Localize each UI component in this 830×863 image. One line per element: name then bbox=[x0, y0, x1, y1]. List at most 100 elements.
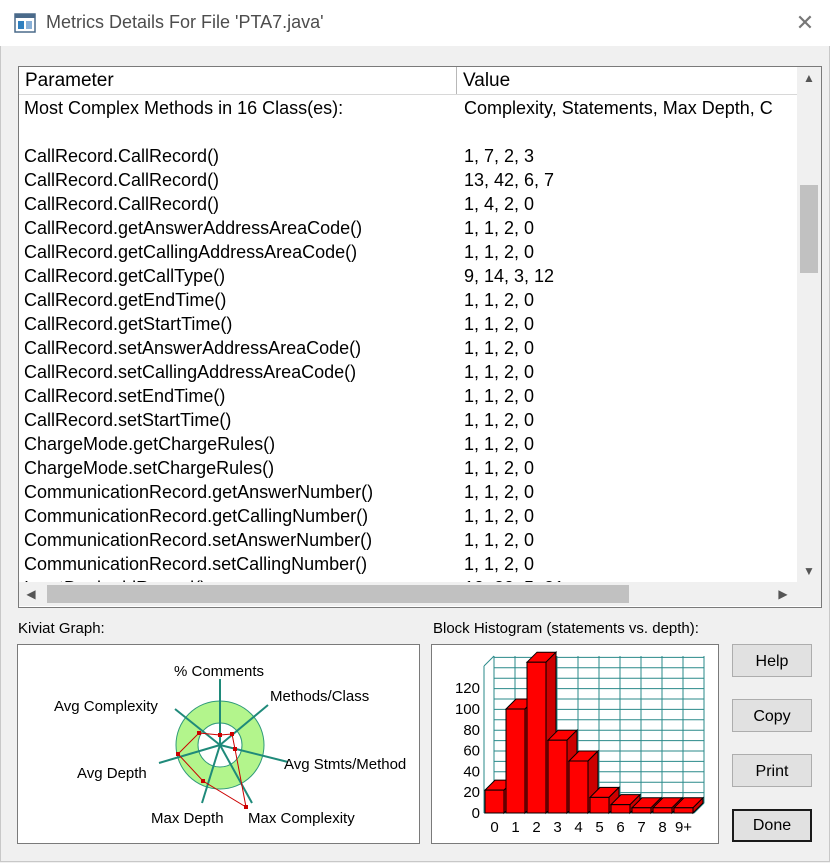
table-row[interactable]: CommunicationRecord.getCallingNumber() 1,… bbox=[19, 504, 797, 528]
value-cell: 1, 1, 2, 0 bbox=[464, 386, 535, 406]
parameter-cell: CommunicationRecord.setCallingNumber() bbox=[24, 554, 368, 574]
parameter-cell: CallRecord.getEndTime() bbox=[24, 290, 227, 310]
table-row[interactable]: ChargeMode.setChargeRules() 1, 1, 2, 0 bbox=[19, 456, 797, 480]
histogram-bar bbox=[589, 796, 610, 814]
parameter-cell: CallRecord.getCallingAddressAreaCode() bbox=[24, 242, 358, 262]
parameter-cell: ChargeMode.setChargeRules() bbox=[24, 458, 275, 478]
value-cell: 1, 1, 2, 0 bbox=[464, 290, 535, 310]
value-cell: 1, 4, 2, 0 bbox=[464, 194, 535, 214]
value-cell: 13, 42, 6, 7 bbox=[464, 170, 555, 190]
histogram-bar bbox=[568, 760, 589, 814]
parameter-cell: CommunicationRecord.getCallingNumber() bbox=[24, 506, 369, 526]
title-bar: Metrics Details For File 'PTA7.java' ✕ bbox=[0, 0, 830, 46]
done-button[interactable]: Done bbox=[732, 809, 812, 842]
histogram-bar bbox=[631, 807, 652, 814]
value-cell: 1, 1, 2, 0 bbox=[464, 506, 535, 526]
parameter-cell: CallRecord.getStartTime() bbox=[24, 314, 233, 334]
print-button[interactable]: Print bbox=[732, 754, 812, 787]
table-row[interactable]: Most Complex Methods in 16 Class(es): Com… bbox=[19, 96, 797, 120]
x-tick-label: 8 bbox=[658, 819, 666, 836]
table-row[interactable]: CommunicationRecord.setAnswerNumber() 1, … bbox=[19, 528, 797, 552]
table-row[interactable]: CallRecord.getCallType() 9, 14, 3, 12 bbox=[19, 264, 797, 288]
value-cell: 1, 1, 2, 0 bbox=[464, 458, 535, 478]
value-cell: 1, 7, 2, 3 bbox=[464, 146, 535, 166]
histogram-bar bbox=[505, 708, 526, 814]
x-tick-label: 0 bbox=[490, 819, 498, 836]
scroll-up-icon[interactable]: ▲ bbox=[797, 67, 821, 89]
value-cell: 1, 1, 2, 0 bbox=[464, 314, 535, 334]
value-cell: 1, 1, 2, 0 bbox=[464, 242, 535, 262]
histogram-label: Block Histogram (statements vs. depth): bbox=[433, 620, 699, 637]
table-row[interactable]: CallRecord.CallRecord() 1, 4, 2, 0 bbox=[19, 192, 797, 216]
scroll-left-icon[interactable]: ◀ bbox=[19, 583, 43, 605]
grid-line bbox=[483, 655, 495, 667]
table-row[interactable]: CallRecord.getCallingAddressAreaCode() 1,… bbox=[19, 240, 797, 264]
column-header-value[interactable]: Value bbox=[457, 67, 797, 94]
copy-button[interactable]: Copy bbox=[732, 699, 812, 732]
horizontal-scrollbar[interactable]: ◀ ▶ bbox=[19, 582, 797, 606]
column-header-parameter[interactable]: Parameter bbox=[19, 67, 457, 94]
x-tick-label: 1 bbox=[511, 819, 519, 836]
window-title: Metrics Details For File 'PTA7.java' bbox=[46, 12, 324, 32]
x-tick-label: 3 bbox=[553, 819, 561, 836]
table-row[interactable]: CallRecord.getStartTime() 1, 1, 2, 0 bbox=[19, 312, 797, 336]
kiviat-axis-label: Avg Complexity bbox=[54, 698, 158, 715]
table-row[interactable]: CallRecord.getAnswerAddressAreaCode() 1, … bbox=[19, 216, 797, 240]
kiviat-axis-label: Max Depth bbox=[151, 810, 224, 827]
value-cell: 1, 1, 2, 0 bbox=[464, 362, 535, 382]
scroll-right-icon[interactable]: ▶ bbox=[771, 583, 795, 605]
table-row[interactable]: CallRecord.setEndTime() 1, 1, 2, 0 bbox=[19, 384, 797, 408]
table-row[interactable]: CallRecord.setCallingAddressAreaCode() 1,… bbox=[19, 360, 797, 384]
kiviat-svg: % Comments Methods/Class Avg Stmts/Metho… bbox=[54, 663, 406, 827]
x-tick-label: 7 bbox=[637, 819, 645, 836]
vertical-scroll-thumb[interactable] bbox=[800, 185, 818, 273]
value-cell: Complexity, Statements, Max Depth, C bbox=[464, 98, 773, 118]
help-button[interactable]: Help bbox=[732, 644, 812, 677]
y-tick-label: 0 bbox=[472, 805, 480, 822]
value-cell: 1, 1, 2, 0 bbox=[464, 410, 535, 430]
table-row[interactable]: CallRecord.getEndTime() 1, 1, 2, 0 bbox=[19, 288, 797, 312]
kiviat-axis-label: Avg Stmts/Method bbox=[284, 756, 406, 773]
value-cell: 1, 1, 2, 0 bbox=[464, 434, 535, 454]
metrics-table[interactable]: Parameter Value Most Complex Methods in … bbox=[18, 66, 822, 608]
table-row[interactable]: CommunicationRecord.setCallingNumber() 1,… bbox=[19, 552, 797, 576]
histogram-bar bbox=[484, 789, 505, 814]
value-cell: 9, 14, 3, 12 bbox=[464, 266, 555, 286]
x-tick-label: 4 bbox=[574, 819, 582, 836]
parameter-cell: CommunicationRecord.getAnswerNumber() bbox=[24, 482, 374, 502]
histogram-svg: 0204060801001200 1 2 3 4 5 6 7 8 9+ bbox=[455, 650, 705, 836]
table-row[interactable]: ChargeMode.getChargeRules() 1, 1, 2, 0 bbox=[19, 432, 797, 456]
x-tick-label: 2 bbox=[532, 819, 540, 836]
parameter-cell: CallRecord.getAnswerAddressAreaCode() bbox=[24, 218, 363, 238]
parameter-cell: Most Complex Methods in 16 Class(es): bbox=[24, 98, 344, 118]
y-tick-label: 40 bbox=[463, 763, 480, 780]
value-cell: 1, 1, 2, 0 bbox=[464, 554, 535, 574]
block-histogram: 0 20 40 60 80 100 120 0 1 2 3 4 5 6 7 8 9+ bbox=[431, 644, 719, 844]
x-tick-label: 6 bbox=[616, 819, 624, 836]
kiviat-axis-label: % Comments bbox=[174, 663, 264, 680]
table-row[interactable] bbox=[19, 120, 797, 144]
parameter-cell: CallRecord.setCallingAddressAreaCode() bbox=[24, 362, 357, 382]
table-row[interactable]: CallRecord.setStartTime() 1, 1, 2, 0 bbox=[19, 408, 797, 432]
value-cell: 1, 1, 2, 0 bbox=[464, 218, 535, 238]
histogram-bar bbox=[547, 739, 568, 814]
kiviat-axis-label: Methods/Class bbox=[270, 688, 369, 705]
horizontal-scroll-thumb[interactable] bbox=[47, 585, 629, 603]
histogram-bar bbox=[673, 807, 694, 814]
parameter-cell: CallRecord.setAnswerAddressAreaCode() bbox=[24, 338, 362, 358]
kiviat-axis-label: Max Complexity bbox=[248, 810, 355, 827]
close-icon[interactable]: ✕ bbox=[787, 6, 823, 40]
table-row[interactable]: CallRecord.setAnswerAddressAreaCode() 1, … bbox=[19, 336, 797, 360]
table-row[interactable]: CallRecord.CallRecord() 13, 42, 6, 7 bbox=[19, 168, 797, 192]
scroll-down-icon[interactable]: ▼ bbox=[797, 560, 821, 582]
value-cell: 1, 1, 2, 0 bbox=[464, 530, 535, 550]
kiviat-axis-label: Avg Depth bbox=[77, 765, 147, 782]
value-cell: 1, 1, 2, 0 bbox=[464, 482, 535, 502]
table-row[interactable]: CommunicationRecord.getAnswerNumber() 1, … bbox=[19, 480, 797, 504]
y-tick-label: 80 bbox=[463, 722, 480, 739]
table-row[interactable]: CallRecord.CallRecord() 1, 7, 2, 3 bbox=[19, 144, 797, 168]
kiviat-graph: % Comments Methods/Class Avg Stmts/Metho… bbox=[17, 644, 420, 844]
scroll-corner bbox=[797, 582, 821, 606]
parameter-cell: CallRecord.setEndTime() bbox=[24, 386, 226, 406]
vertical-scrollbar[interactable]: ▲ ▼ bbox=[797, 67, 821, 582]
